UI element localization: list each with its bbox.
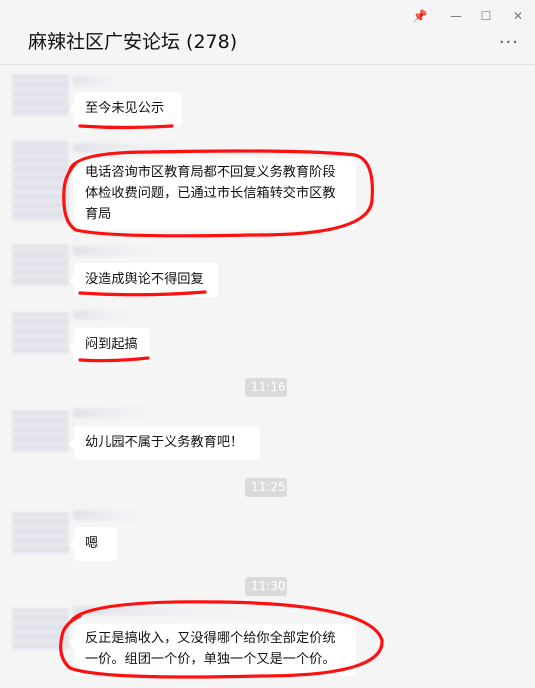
sender-name	[73, 246, 163, 256]
chat-title: 麻辣社区广安论坛 (278)	[28, 31, 238, 53]
sender-name	[73, 408, 153, 418]
message-bubble[interactable]: 没造成舆论不得回复	[69, 263, 218, 297]
avatar[interactable]	[12, 312, 69, 354]
sender-name	[73, 76, 123, 86]
sender-name	[73, 606, 253, 616]
message-bubble[interactable]: 反正是搞收入，又没得哪个给你全部定价统一价。组团一个价，单独一个又是一个价。	[69, 624, 356, 676]
maximize-icon[interactable]: ☐	[476, 8, 496, 24]
chat-window: 麻辣社区广安论坛 (278) 📌 — ☐ ✕ ··· 至今未见公示 电话咨询市区…	[0, 0, 535, 688]
chat-header: 麻辣社区广安论坛 (278) 📌 — ☐ ✕ ···	[0, 0, 535, 65]
avatar[interactable]	[12, 141, 69, 221]
avatar[interactable]	[12, 74, 69, 116]
minimize-icon[interactable]: —	[446, 8, 466, 24]
message-bubble[interactable]: 至今未见公示	[69, 92, 182, 126]
sender-name	[73, 143, 193, 153]
sender-name	[73, 310, 133, 320]
timestamp: 11:16	[245, 378, 287, 397]
sender-name	[73, 510, 143, 520]
avatar[interactable]	[12, 410, 69, 452]
avatar[interactable]	[12, 244, 69, 286]
underline-annotation	[78, 124, 174, 130]
message-bubble[interactable]: 嗯	[69, 527, 117, 561]
pin-icon[interactable]: 📌	[410, 8, 430, 24]
message-bubble[interactable]: 幼儿园不属于义务教育吧！	[69, 426, 260, 460]
message-bubble[interactable]: 电话咨询市区教育局都不回复义务教育阶段体检收费问题，已通过市长信箱转交市区教育局	[69, 158, 356, 230]
avatar[interactable]	[12, 608, 69, 650]
timestamp: 11:25	[245, 478, 287, 497]
avatar[interactable]	[12, 512, 69, 554]
close-icon[interactable]: ✕	[508, 8, 528, 24]
message-bubble[interactable]: 闷到起搞	[69, 328, 150, 362]
more-options-icon[interactable]: ···	[499, 34, 519, 52]
timestamp: 11:30	[245, 577, 287, 596]
